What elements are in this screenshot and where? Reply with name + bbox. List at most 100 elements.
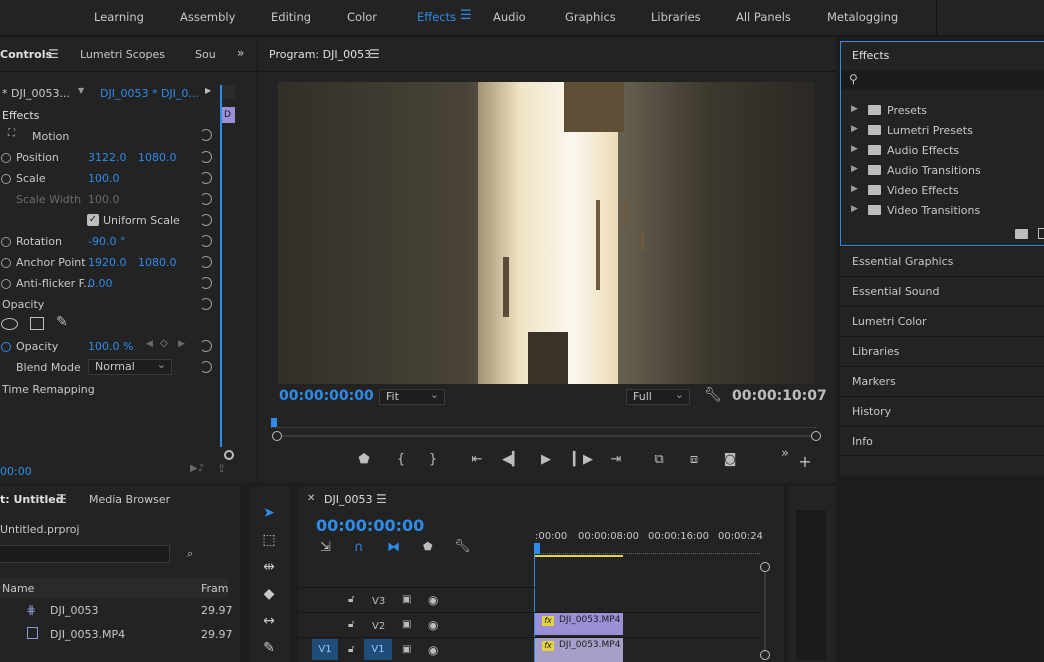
source-clip-name[interactable]: * DJI_0053... xyxy=(2,87,70,100)
find-icon[interactable]: ⌕ xyxy=(187,547,193,561)
overflow-icon[interactable]: » xyxy=(776,446,794,461)
panel-essential-sound[interactable]: Essential Sound xyxy=(840,276,1044,306)
reset-icon[interactable] xyxy=(200,298,212,310)
effects-item-audio-effects[interactable]: ▶Audio Effects xyxy=(841,140,1044,160)
workspace-editing[interactable]: Editing xyxy=(271,10,311,24)
reset-icon[interactable] xyxy=(200,277,212,289)
go-to-out-icon[interactable]: ⇥ xyxy=(607,452,625,467)
eye-icon[interactable]: ◉ xyxy=(428,643,438,657)
mini-clip[interactable]: D xyxy=(222,107,235,123)
razor-tool-icon[interactable]: ◆ xyxy=(258,583,280,605)
step-back-icon[interactable]: ◀▎ xyxy=(502,452,520,467)
reset-icon[interactable] xyxy=(200,361,212,373)
workspace-color[interactable]: Color xyxy=(347,10,377,24)
tab-source[interactable]: Sou xyxy=(195,48,216,61)
timeline-settings-icon[interactable]: 🔧︎ xyxy=(454,539,471,554)
add-marker-icon[interactable]: ⬟ xyxy=(423,540,433,553)
workspace-all-panels[interactable]: All Panels xyxy=(736,10,791,24)
mark-out-icon[interactable]: } xyxy=(424,452,442,467)
effect-controls-timecode[interactable]: 00:00 xyxy=(0,465,32,478)
chevron-right-icon[interactable]: ▶ xyxy=(851,144,858,154)
stopwatch-icon[interactable] xyxy=(1,153,11,163)
effects-item-presets[interactable]: ▶Presets xyxy=(841,100,1044,120)
add-button-icon[interactable]: + xyxy=(796,452,814,471)
vertical-scroll-bar[interactable] xyxy=(764,572,766,652)
reset-icon[interactable] xyxy=(200,129,212,141)
track-header-v3[interactable] xyxy=(298,587,535,612)
reset-icon[interactable] xyxy=(200,340,212,352)
timeline-sequence-tab[interactable]: DJI_0053 xyxy=(324,493,372,506)
pen-tool-icon[interactable]: ✎ xyxy=(258,637,280,659)
panel-libraries[interactable]: Libraries xyxy=(840,336,1044,366)
timeline-clip[interactable]: fx DJI_0053.MP4 xyxy=(535,613,623,635)
effects-item-lumetri-presets[interactable]: ▶Lumetri Presets xyxy=(841,120,1044,140)
close-icon[interactable]: ✕ xyxy=(307,493,315,504)
position-y-value[interactable]: 1080.0 xyxy=(138,151,177,164)
scroll-handle-right[interactable] xyxy=(811,431,821,441)
effects-item-audio-transitions[interactable]: ▶Audio Transitions xyxy=(841,160,1044,180)
export-icon[interactable]: ⇪ xyxy=(217,462,226,475)
effects-item-video-transitions[interactable]: ▶Video Transitions xyxy=(841,200,1044,220)
export-frame-icon[interactable]: ◙ xyxy=(721,452,739,467)
workspace-assembly[interactable]: Assembly xyxy=(180,10,235,24)
track-name[interactable]: V1 xyxy=(364,639,392,660)
rectangle-mask-icon[interactable] xyxy=(30,317,44,330)
reset-icon[interactable] xyxy=(200,214,212,226)
source-patch-v1[interactable]: V1 xyxy=(312,639,338,660)
step-forward-icon[interactable]: ▎▶ xyxy=(573,452,591,467)
anti-flicker-value[interactable]: 0.00 xyxy=(88,277,113,290)
lift-icon[interactable]: ⧉ xyxy=(650,452,668,467)
panel-menu-icon[interactable]: ☰ xyxy=(376,492,387,506)
eye-icon[interactable]: ◉ xyxy=(428,593,438,607)
reset-icon[interactable] xyxy=(200,151,212,163)
chevron-down-icon[interactable]: ▼ xyxy=(78,86,84,95)
panel-lumetri-color[interactable]: Lumetri Color xyxy=(840,306,1044,336)
stopwatch-icon[interactable] xyxy=(1,237,11,247)
lock-icon[interactable]: 🔓︎ xyxy=(348,619,354,630)
overflow-icon[interactable]: » xyxy=(237,46,244,60)
program-monitor-title[interactable]: Program: DJI_0053 xyxy=(269,48,371,61)
panel-markers[interactable]: Markers xyxy=(840,366,1044,396)
sequence-clip-name[interactable]: DJI_0053 * DJI_0... xyxy=(100,87,199,100)
timeline-timecode[interactable]: 00:00:00:00 xyxy=(316,516,424,535)
eye-icon[interactable]: ◉ xyxy=(428,618,438,632)
stopwatch-icon[interactable] xyxy=(1,174,11,184)
play-audio-icon[interactable]: ▶♪ xyxy=(190,463,204,474)
anchor-y-value[interactable]: 1080.0 xyxy=(138,256,177,269)
new-bin-icon[interactable] xyxy=(1015,229,1028,239)
reset-icon[interactable] xyxy=(200,172,212,184)
anchor-x-value[interactable]: 1920.0 xyxy=(88,256,127,269)
effects-search-input[interactable]: ⚲ xyxy=(841,70,1044,90)
tab-effect-controls[interactable]: Controls xyxy=(0,48,52,61)
nest-icon[interactable]: ⇲ xyxy=(320,540,331,555)
reset-icon[interactable] xyxy=(200,193,212,205)
workspace-learning[interactable]: Learning xyxy=(94,10,144,24)
chevron-right-icon[interactable]: ▶ xyxy=(851,184,858,194)
stopwatch-icon[interactable] xyxy=(1,279,11,289)
video-frame[interactable] xyxy=(278,82,815,384)
sync-lock-icon[interactable]: ▣ xyxy=(402,594,411,605)
pen-mask-icon[interactable]: ✎ xyxy=(56,314,68,330)
panel-essential-graphics[interactable]: Essential Graphics xyxy=(840,246,1044,276)
chevron-right-icon[interactable]: ▶ xyxy=(851,104,858,114)
playhead-marker[interactable] xyxy=(271,418,277,427)
track-select-tool-icon[interactable]: ⬚ xyxy=(258,529,280,551)
chevron-right-icon[interactable]: ▶ xyxy=(851,124,858,134)
workspace-metalogging[interactable]: Metalogging xyxy=(827,10,898,24)
tab-lumetri-scopes[interactable]: Lumetri Scopes xyxy=(80,48,165,61)
scroll-bar[interactable] xyxy=(282,435,812,437)
selection-tool-icon[interactable]: ➤ xyxy=(258,502,280,524)
vertical-scroll-handle[interactable] xyxy=(760,650,770,660)
wrench-icon[interactable]: 🔧︎ xyxy=(704,387,722,403)
track-name[interactable]: V3 xyxy=(372,596,385,607)
workspace-graphics[interactable]: Graphics xyxy=(565,10,616,24)
panel-menu-icon[interactable]: ☰ xyxy=(56,492,67,506)
delete-icon[interactable] xyxy=(1038,228,1044,239)
vertical-scroll-handle[interactable] xyxy=(760,562,770,572)
add-keyframe-icon[interactable]: ◇ xyxy=(160,338,168,349)
lock-icon[interactable]: 🔓︎ xyxy=(348,594,354,605)
current-timecode[interactable]: 00:00:00:00 xyxy=(279,388,374,404)
play-icon[interactable]: ▶ xyxy=(205,86,211,95)
position-x-value[interactable]: 3122.0 xyxy=(88,151,127,164)
rotation-value[interactable]: -90.0 ° xyxy=(88,235,125,248)
